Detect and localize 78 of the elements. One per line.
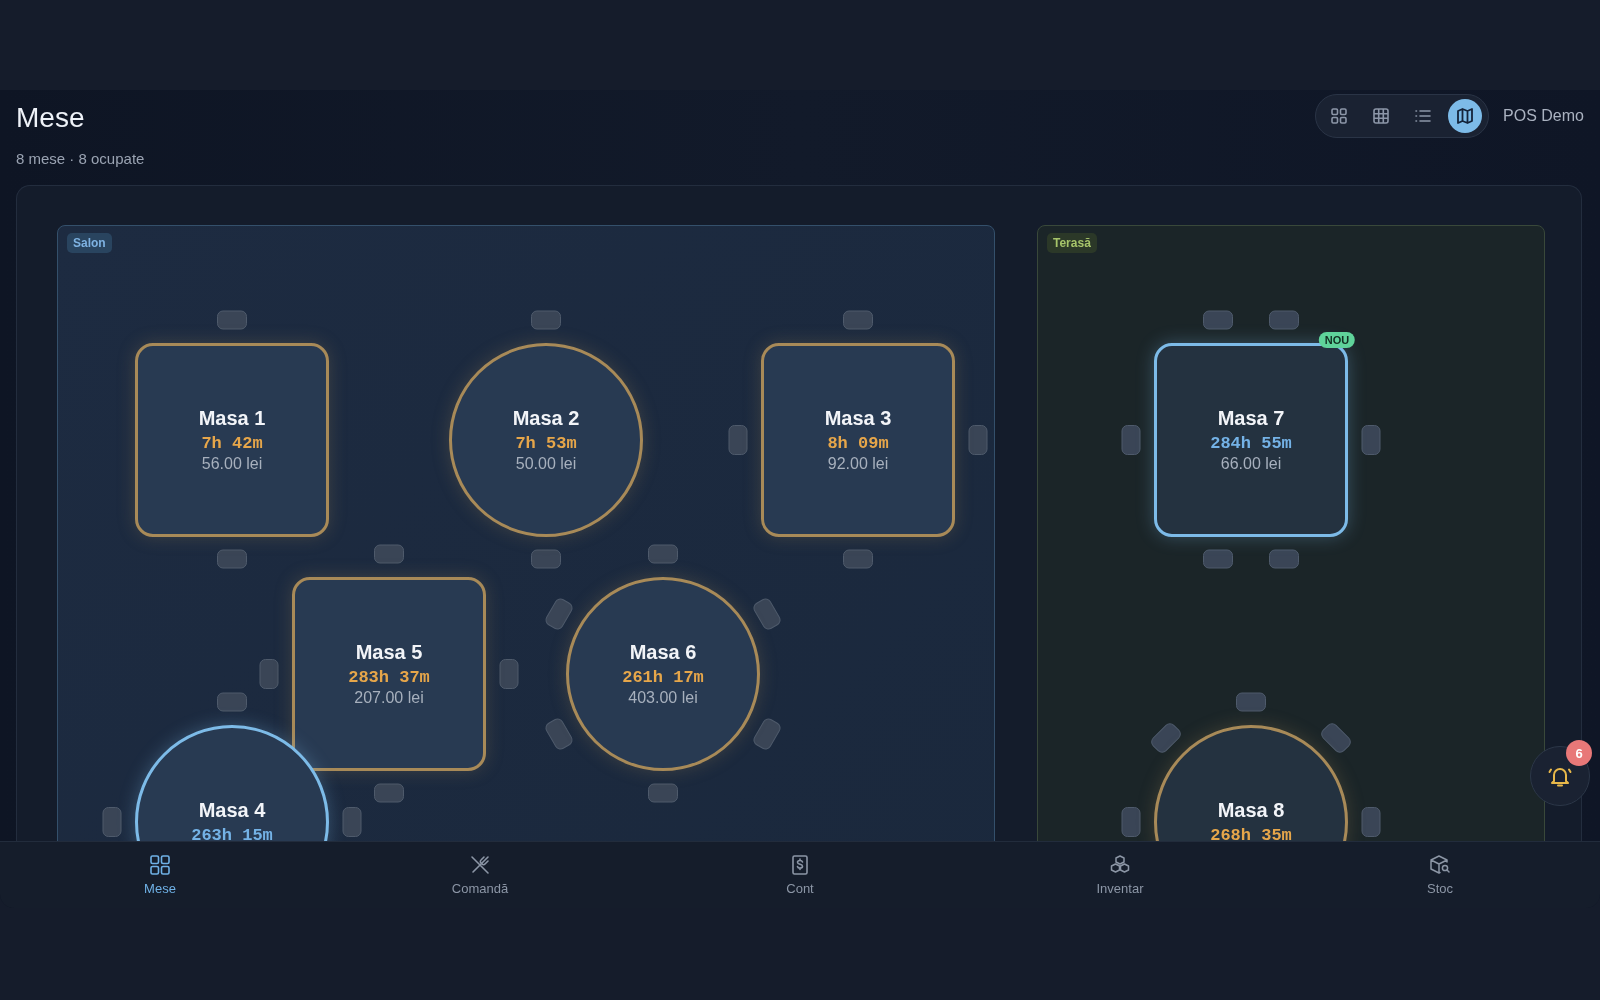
table-name: Masa 3 <box>824 407 892 430</box>
chair <box>843 310 873 330</box>
table-total: 403.00 lei <box>628 689 698 707</box>
table-name: Masa 8 <box>1217 799 1285 822</box>
table-name: Masa 7 <box>1217 407 1285 430</box>
nav-tab[interactable]: Stoc <box>1280 842 1600 908</box>
table-timer: 268h 35m <box>1210 826 1292 841</box>
chair <box>1203 310 1233 330</box>
table[interactable]: Masa 5 283h 37m 207.00 lei <box>292 577 486 771</box>
tables-summary: 8 mese · 8 ocupate <box>16 150 145 167</box>
chair <box>217 692 247 712</box>
chair <box>217 310 247 330</box>
chair <box>843 549 873 569</box>
table[interactable]: Masa 1 7h 42m 56.00 lei <box>135 343 329 537</box>
zone-label: Salon <box>67 233 112 253</box>
tiles-icon <box>1330 107 1349 125</box>
table-name: Masa 1 <box>198 407 266 430</box>
view-mode-button[interactable] <box>1448 99 1483 133</box>
table-timer: 7h 42m <box>201 434 263 453</box>
chair <box>1269 310 1299 330</box>
dollar-icon <box>789 854 811 876</box>
table-total: 56.00 lei <box>201 455 263 473</box>
chair <box>1269 549 1299 569</box>
table[interactable]: Masa 4 263h 15m <box>135 725 329 841</box>
table-timer: 261h 17m <box>622 668 704 687</box>
chair <box>374 544 404 564</box>
chair <box>531 549 561 569</box>
table[interactable]: Masa 2 7h 53m 50.00 lei <box>449 343 643 537</box>
table-timer: 284h 55m <box>1210 434 1292 453</box>
nav-tab[interactable]: Mese <box>0 842 320 908</box>
chair <box>1236 692 1266 712</box>
table-timer: 8h 09m <box>827 434 889 453</box>
table-timer: 263h 15m <box>191 826 273 841</box>
list-icon <box>1414 107 1433 125</box>
chair <box>342 807 362 837</box>
table[interactable]: Masa 3 8h 09m 92.00 lei <box>761 343 955 537</box>
nav-tab[interactable]: Comandă <box>320 842 640 908</box>
chair <box>1361 807 1381 837</box>
chair <box>217 549 247 569</box>
table[interactable]: Masa 8 268h 35m <box>1154 725 1348 841</box>
chair <box>728 425 748 455</box>
map-icon <box>1456 107 1475 125</box>
table[interactable]: Masa 6 261h 17m 403.00 lei <box>566 577 760 771</box>
page-title: Mese <box>16 102 86 134</box>
nav-tab[interactable]: Cont <box>640 842 960 908</box>
notification-count: 6 <box>1566 740 1592 766</box>
table-timer: 7h 53m <box>515 434 577 453</box>
table-total: 92.00 lei <box>827 455 889 473</box>
chair <box>102 807 122 837</box>
chair <box>374 783 404 803</box>
chair <box>531 310 561 330</box>
grid-icon <box>1372 107 1391 125</box>
table-name: Masa 5 <box>355 641 423 664</box>
new-badge: NOU <box>1318 332 1356 348</box>
chair <box>1361 425 1381 455</box>
table-total: 207.00 lei <box>354 689 424 707</box>
tiles-icon <box>149 854 171 876</box>
chair <box>648 544 678 564</box>
table-name: Masa 2 <box>512 407 580 430</box>
chair <box>1121 807 1141 837</box>
chair <box>968 425 988 455</box>
boxes-icon <box>1109 854 1131 876</box>
user-name: POS Demo <box>1503 107 1584 125</box>
chair <box>259 659 279 689</box>
chair <box>1121 425 1141 455</box>
table[interactable]: Masa 7 284h 55m 66.00 lei <box>1154 343 1348 537</box>
table-total: 66.00 lei <box>1220 455 1282 473</box>
table-name: Masa 4 <box>198 799 266 822</box>
chair <box>1203 549 1233 569</box>
zone-label: Terasă <box>1047 233 1097 253</box>
table-timer: 283h 37m <box>348 668 430 687</box>
nav-tab[interactable]: Inventar <box>960 842 1280 908</box>
fork-knife-icon <box>469 854 491 876</box>
chair <box>648 783 678 803</box>
table-name: Masa 6 <box>629 641 697 664</box>
box-search-icon <box>1429 854 1451 876</box>
table-total: 50.00 lei <box>515 455 577 473</box>
chair <box>499 659 519 689</box>
